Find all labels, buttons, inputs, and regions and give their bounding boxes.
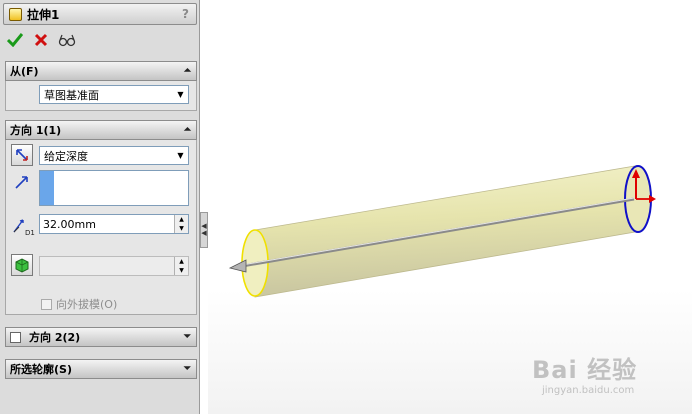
end-condition-value: 给定深度 — [44, 149, 88, 163]
baidu-watermark: Bai 经验 jingyan.baidu.com — [532, 350, 637, 396]
chevron-down-double-icon: ⏷ — [183, 364, 191, 374]
triad-arrow-icon — [649, 195, 656, 203]
selected-contours-group-header[interactable]: 所选轮廓(S) ⏷ — [5, 359, 197, 379]
from-select-value: 草图基准面 — [44, 88, 99, 102]
from-select[interactable]: 草图基准面 ▼ — [39, 85, 189, 104]
reverse-direction-button[interactable] — [11, 144, 33, 166]
draft-outward-label: 向外拔模(O) — [56, 298, 118, 311]
glasses-icon — [58, 34, 76, 47]
extrude-feature-icon — [9, 7, 22, 21]
depth-dimension-icon: D1 — [13, 219, 35, 236]
direction2-checkbox[interactable] — [10, 331, 21, 343]
draft-angle-input[interactable]: ▲ ▼ — [39, 256, 189, 276]
direction1-group-body: 给定深度 ▼ D1 32.00mm ▲ ▼ ▲ ▼ 向外拔模(O) — [5, 140, 197, 315]
draft-outward-checkbox[interactable] — [41, 298, 52, 310]
chevron-up-double-icon: ⏶ — [183, 125, 191, 135]
svg-text:D1: D1 — [25, 229, 35, 236]
confirm-button[interactable] — [4, 30, 26, 50]
spin-up-icon[interactable]: ▲ — [175, 257, 188, 266]
spin-up-icon[interactable]: ▲ — [175, 215, 188, 224]
collapse-arrow-icon: ◀ — [201, 229, 207, 237]
draft-icon — [15, 258, 29, 273]
draft-toggle-button[interactable] — [11, 254, 33, 276]
depth-spinner[interactable]: ▲ ▼ — [174, 215, 188, 233]
check-icon — [7, 33, 23, 47]
selected-contours-group-title: 所选轮廓(S) — [10, 363, 72, 376]
from-group-header[interactable]: 从(F) ⏶ — [5, 61, 197, 81]
reverse-direction-icon — [16, 149, 28, 161]
direction-vector-icon — [15, 176, 28, 189]
spin-down-icon[interactable]: ▼ — [175, 266, 188, 275]
spin-down-icon[interactable]: ▼ — [175, 224, 188, 233]
chevron-down-double-icon: ⏷ — [183, 332, 191, 342]
direction1-group-title: 方向 1(1) — [10, 124, 62, 137]
property-manager-panel: 拉伸1 ? 从(F) ⏶ 草图基准面 ▼ 方向 1(1) ⏶ 给定深度 ▼ D1… — [0, 0, 200, 414]
watermark-brand: Bai 经验 — [532, 356, 638, 384]
help-button[interactable]: ? — [182, 7, 189, 21]
draft-outward-option[interactable]: 向外拔模(O) — [41, 296, 117, 312]
panel-splitter[interactable]: ◀ ◀ — [200, 212, 208, 248]
depth-input[interactable]: 32.00mm ▲ ▼ — [39, 214, 189, 234]
extrude-arrow-cone[interactable] — [228, 259, 247, 273]
draft-angle-spinner[interactable]: ▲ ▼ — [174, 257, 188, 275]
action-buttons — [4, 30, 78, 50]
preview-button[interactable] — [56, 30, 78, 50]
direction2-group-header[interactable]: 方向 2(2) ⏷ — [5, 327, 197, 347]
from-group-title: 从(F) — [10, 65, 39, 78]
direction2-group-title: 方向 2(2) — [29, 331, 81, 344]
watermark-url: jingyan.baidu.com — [542, 385, 635, 396]
end-condition-select[interactable]: 给定深度 ▼ — [39, 146, 189, 165]
chevron-down-icon: ▼ — [177, 151, 184, 160]
close-icon — [34, 33, 48, 47]
direction-selection-box[interactable] — [39, 170, 189, 206]
feature-title-bar: 拉伸1 ? — [3, 3, 197, 25]
chevron-up-double-icon: ⏶ — [183, 66, 191, 76]
from-group-body: 草图基准面 ▼ — [5, 81, 197, 111]
chevron-down-icon: ▼ — [177, 90, 184, 99]
feature-title: 拉伸1 — [27, 7, 60, 22]
depth-value: 32.00mm — [43, 217, 96, 231]
direction1-group-header[interactable]: 方向 1(1) ⏶ — [5, 120, 197, 140]
cancel-button[interactable] — [30, 30, 52, 50]
selection-focus-strip — [40, 171, 54, 205]
